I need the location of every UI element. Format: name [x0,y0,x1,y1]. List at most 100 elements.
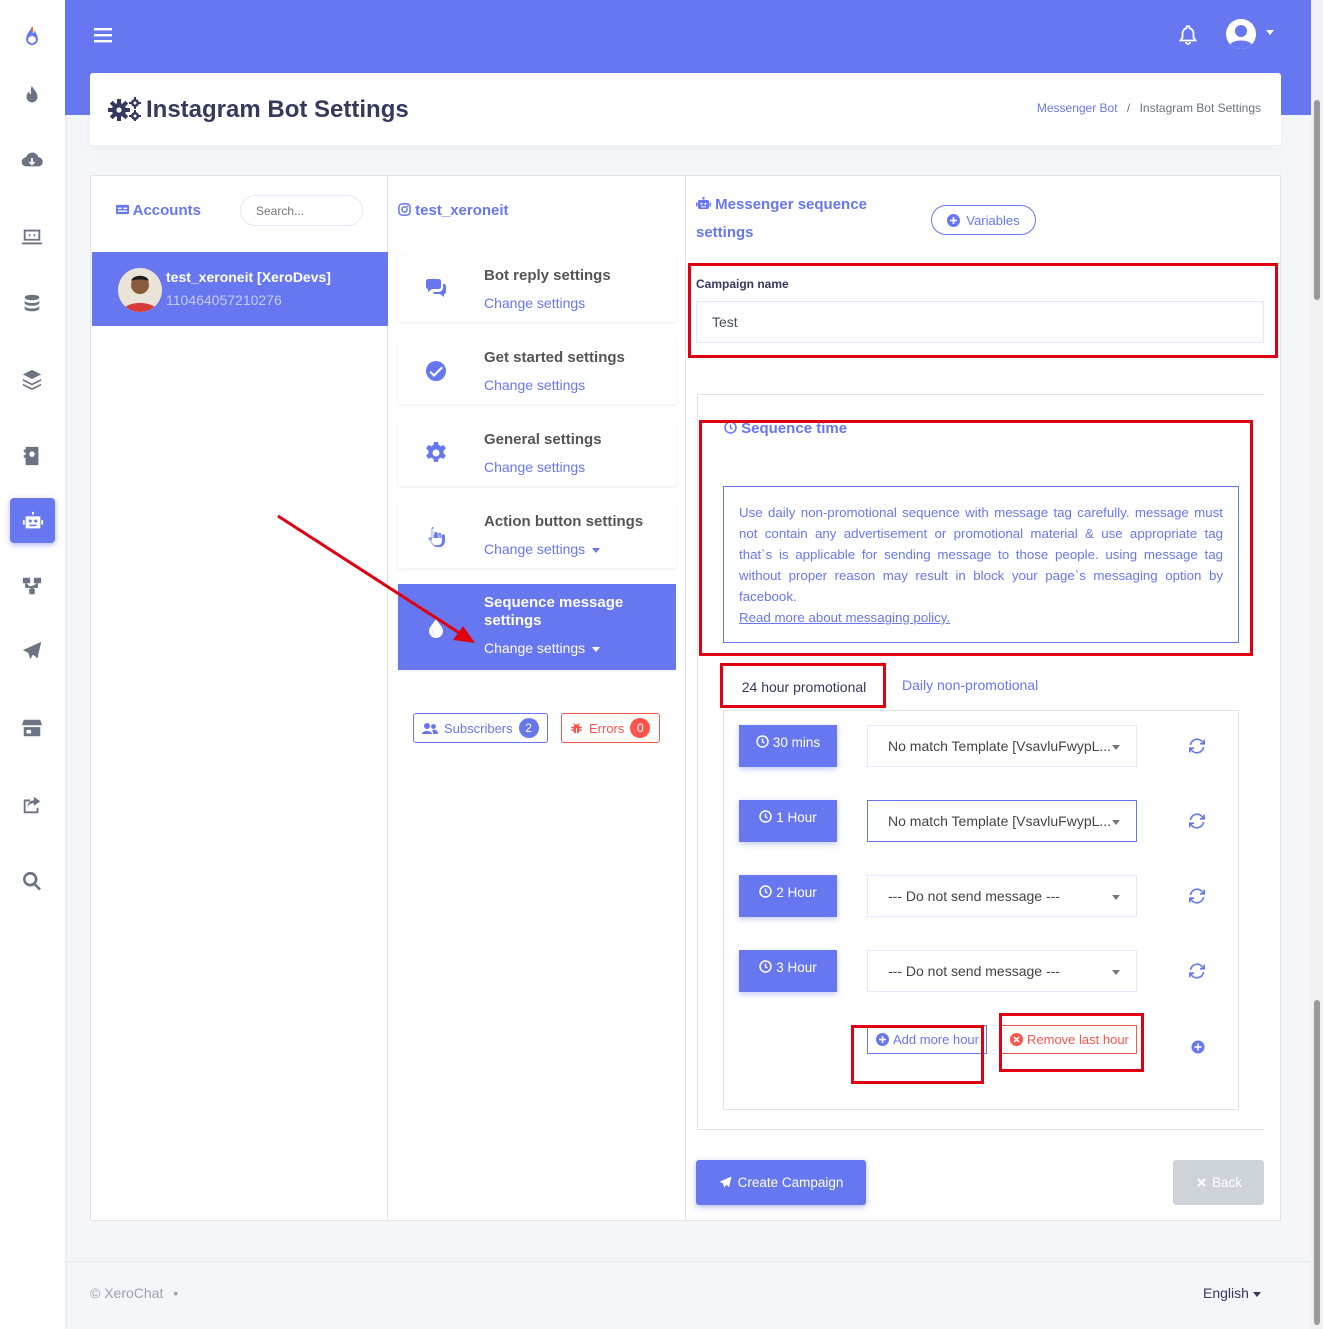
user-menu-caret-icon[interactable] [1266,30,1274,35]
clock-icon [759,885,772,898]
contact-book-icon[interactable] [21,445,43,467]
clock-icon [756,735,769,748]
back-button[interactable]: Back [1173,1160,1264,1205]
get-started-settings-item[interactable]: Get started settings Change settings [398,338,676,404]
coins-icon[interactable] [21,292,43,314]
setting-name: Sequence message settings [484,594,624,629]
refresh-icon[interactable] [1189,738,1205,754]
time-button-2-hour[interactable]: 2 Hour [739,875,837,917]
template-select[interactable]: --- Do not send message --- [867,875,1137,917]
footer-divider [65,1261,1311,1262]
subscribers-button[interactable]: Subscribers 2 [413,713,548,743]
clock-icon [724,421,737,434]
tab-daily-non-promotional[interactable]: Daily non-promotional [902,677,1038,693]
paper-plane-icon [719,1176,732,1189]
change-settings-link[interactable]: Change settings [484,377,585,393]
language-dropdown[interactable]: English [1203,1285,1261,1301]
annotation-arrow [275,513,485,653]
account-item[interactable]: test_xeroneit [XeroDevs] 110464057210276 [92,252,388,326]
copyright-text: © XeroChat [90,1285,164,1301]
caret-down-icon [592,646,601,652]
breadcrumb: Messenger Bot / Instagram Bot Settings [1037,101,1261,115]
page-header: Instagram Bot Settings Messenger Bot / I… [90,73,1281,145]
account-name: test_xeroneit [XeroDevs] [166,269,331,285]
bell-icon[interactable] [1179,25,1197,45]
page-title: Instagram Bot Settings [146,96,409,123]
refresh-icon[interactable] [1189,813,1205,829]
clock-icon [759,960,772,973]
sequence-settings-title: Messenger sequence settings [696,191,896,247]
add-more-hour-label: Add more hour [893,1032,979,1047]
sitemap-icon[interactable] [21,575,43,597]
messaging-policy-link[interactable]: Read more about messaging policy. [739,607,1223,628]
instagram-account-title: test_xeroneit [398,202,509,219]
paper-plane-icon[interactable] [21,640,43,662]
variables-button[interactable]: Variables [931,205,1036,235]
logo-icon[interactable] [21,22,43,52]
errors-count-badge: 0 [630,718,651,738]
search-icon[interactable] [21,870,43,892]
fire-icon[interactable] [21,84,43,106]
account-search-input[interactable] [240,195,363,226]
breadcrumb-current: Instagram Bot Settings [1139,101,1261,115]
store-icon[interactable] [21,717,43,739]
breadcrumb-parent-link[interactable]: Messenger Bot [1037,101,1118,115]
tab-24-hour-promotional[interactable]: 24 hour promotional [724,666,884,707]
robot-icon[interactable] [10,498,55,543]
user-avatar[interactable] [1226,19,1256,49]
back-label: Back [1211,1175,1242,1190]
change-settings-link[interactable]: Change settings [484,640,601,656]
sequence-time-title-text: Sequence time [741,420,848,437]
scrollbar[interactable] [1311,0,1323,1329]
clock-icon [759,810,772,823]
remove-last-hour-label: Remove last hour [1027,1032,1129,1047]
account-id: 110464057210276 [166,292,282,308]
time-button-1-hour[interactable]: 1 Hour [739,800,837,842]
refresh-icon[interactable] [1189,888,1205,904]
users-icon [422,722,438,735]
gear-icon [424,441,448,465]
sequence-time-title: Sequence time [724,420,847,437]
accounts-title-text: Accounts [132,202,201,219]
messaging-policy-text: Use daily non-promotional sequence with … [739,505,1223,604]
change-settings-link[interactable]: Change settings [484,459,585,475]
errors-button[interactable]: Errors 0 [561,713,660,743]
time-button-30-mins[interactable]: 30 mins [739,725,837,767]
time-button-3-hour[interactable]: 3 Hour [739,950,837,992]
footer-copyright: © XeroChat • [90,1285,178,1301]
cloud-download-icon[interactable] [21,149,43,171]
messaging-policy-alert: Use daily non-promotional sequence with … [723,486,1239,643]
subscribers-count-badge: 2 [518,718,539,738]
cogs-icon [108,97,142,121]
layers-icon[interactable] [21,368,43,390]
template-select[interactable]: --- Do not send message --- [867,950,1137,992]
campaign-name-label: Campaign name [696,277,789,291]
add-more-hour-button[interactable]: Add more hour [867,1025,987,1054]
instagram-account-name: test_xeroneit [415,202,509,219]
plus-circle-icon[interactable] [1191,1040,1205,1054]
laptop-code-icon[interactable] [21,226,43,248]
bot-reply-settings-item[interactable]: Bot reply settings Change settings [398,256,676,322]
share-icon[interactable] [21,794,43,816]
change-settings-link[interactable]: Change settings [484,295,585,311]
template-select[interactable]: No match Template [VsavluFwypL... [867,800,1137,842]
close-icon [1195,1176,1208,1189]
create-campaign-button[interactable]: Create Campaign [696,1160,866,1205]
account-avatar [118,268,162,312]
plus-circle-icon [876,1033,889,1046]
accounts-title: Accounts [116,202,201,219]
general-settings-item[interactable]: General settings Change settings [398,420,676,486]
language-label: English [1203,1285,1249,1301]
breadcrumb-separator: / [1126,101,1131,115]
remove-last-hour-button[interactable]: Remove last hour [1001,1025,1137,1054]
hamburger-menu-icon[interactable] [94,26,114,44]
campaign-name-input[interactable]: Test [696,301,1264,343]
bot-settings-card: Accounts test_xeroneit [XeroDevs] 110464… [90,175,1281,1221]
change-settings-link[interactable]: Change settings [484,541,601,557]
caret-down-icon [592,547,601,553]
sidebar [0,0,65,1329]
template-select[interactable]: No match Template [VsavluFwypL... [867,725,1137,767]
time-label: 1 Hour [776,810,817,825]
time-label: 2 Hour [776,885,817,900]
refresh-icon[interactable] [1189,963,1205,979]
